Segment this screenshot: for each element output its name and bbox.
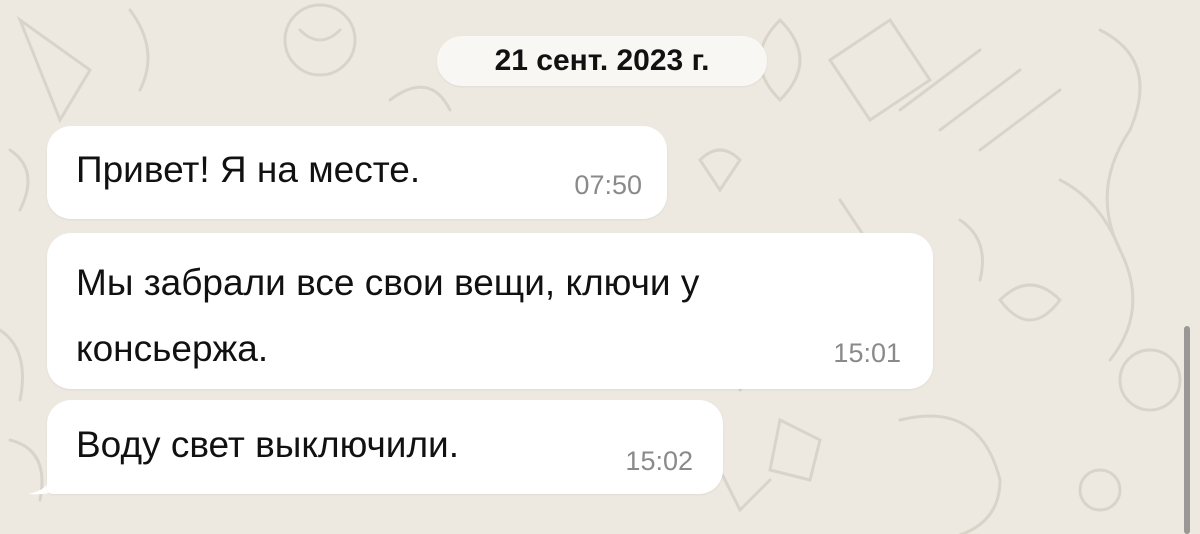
scrollbar[interactable] xyxy=(1184,326,1190,534)
message-text: Привет! Я на месте. xyxy=(76,149,421,190)
message-bubble[interactable]: Мы забрали все свои вещи, ключи у консье… xyxy=(47,233,933,389)
message-text: Мы забрали все свои вещи, ключи у консье… xyxy=(76,262,700,369)
message-bubble[interactable]: Воду свет выключили. 15:02 xyxy=(47,400,723,494)
message-timestamp: 15:02 xyxy=(625,446,693,476)
message-timestamp: 15:01 xyxy=(833,338,901,368)
date-separator: 21 сент. 2023 г. xyxy=(437,36,767,86)
message-timestamp: 07:50 xyxy=(574,170,642,200)
message-bubble[interactable]: Привет! Я на месте. 07:50 xyxy=(47,126,667,219)
message-text: Воду свет выключили. xyxy=(76,424,459,465)
date-label: 21 сент. 2023 г. xyxy=(494,44,710,77)
